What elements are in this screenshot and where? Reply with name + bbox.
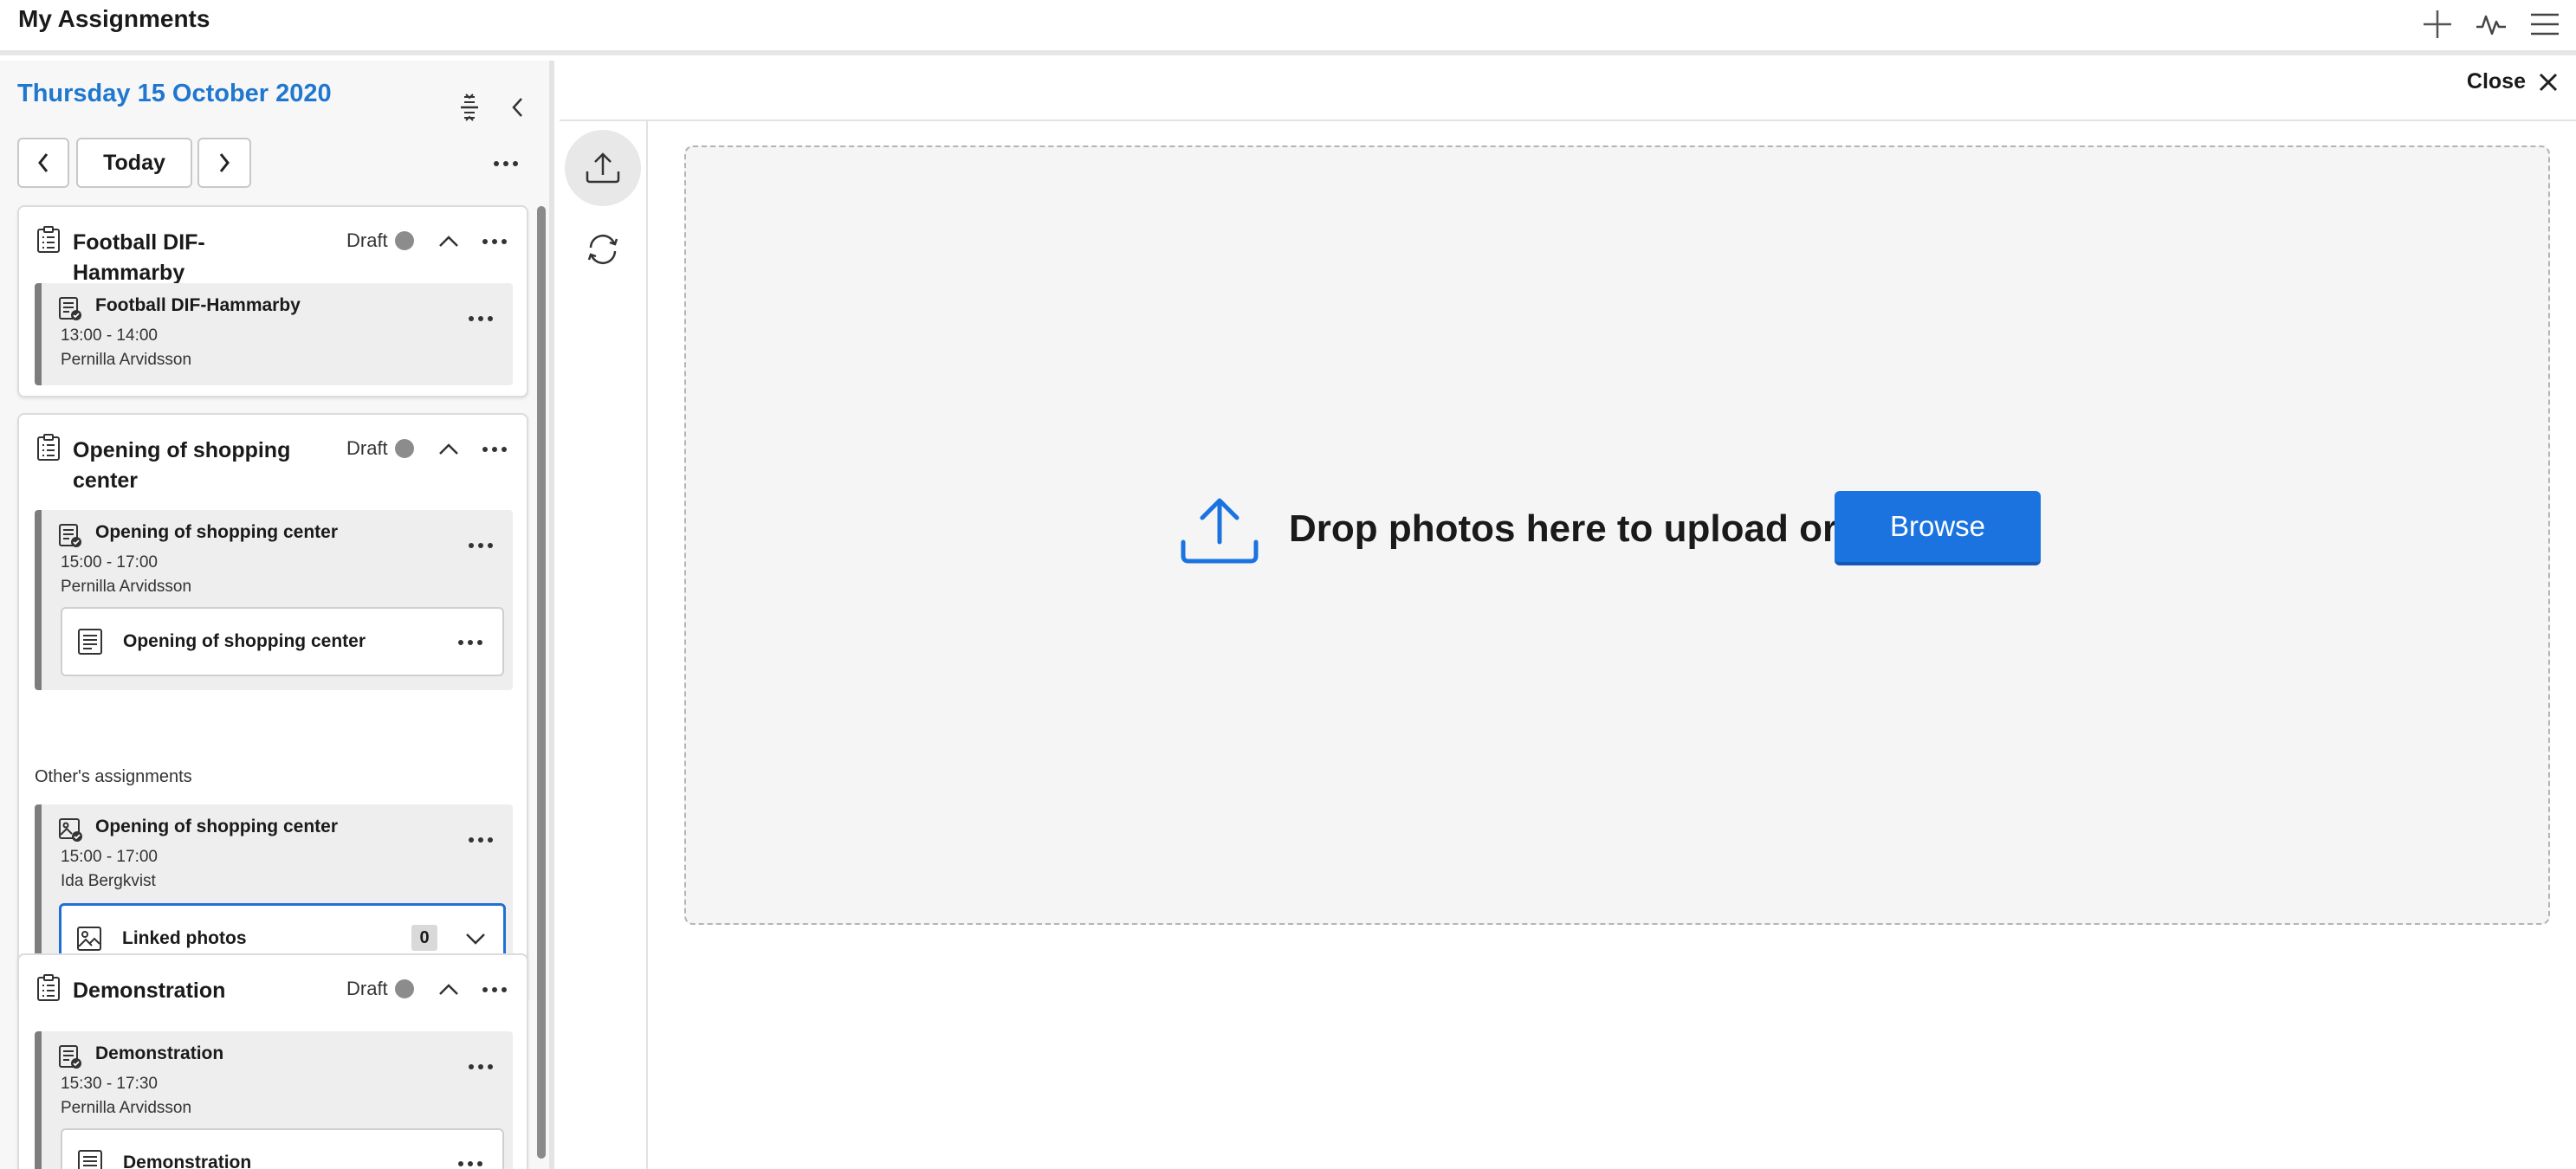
browse-button[interactable]: Browse — [1835, 491, 2041, 565]
status-label: Draft — [346, 978, 388, 999]
linked-item-options-button[interactable] — [450, 630, 490, 656]
coverage-title: Opening of shopping center — [95, 817, 338, 836]
status-badge: Draft — [346, 978, 414, 1000]
planning-icon — [37, 434, 60, 461]
status-dot — [394, 439, 414, 458]
upload-icon — [1181, 498, 1259, 564]
chevron-down-icon — [466, 933, 485, 945]
upload-toolbar — [560, 121, 648, 1169]
card-title: Football DIF-Hammarby — [73, 230, 205, 285]
status-dot — [394, 231, 414, 250]
day-options-button[interactable] — [487, 151, 525, 177]
top-toolbar — [2418, 5, 2564, 43]
card-header[interactable]: Football DIF-Hammarby Draft — [19, 207, 527, 285]
next-day-button[interactable] — [197, 138, 251, 188]
coverage-title: Demonstration — [95, 1043, 224, 1063]
expand-linked-photos-button[interactable] — [458, 921, 493, 956]
text-document-icon — [78, 1150, 102, 1169]
coverage-title: Football DIF-Hammarby — [95, 295, 301, 315]
card-header[interactable]: Opening of shopping center Draft — [19, 415, 527, 501]
chevron-right-icon — [219, 153, 230, 172]
close-icon — [2539, 73, 2558, 91]
others-assignments-label: Other's assignments — [35, 767, 192, 786]
today-button[interactable]: Today — [76, 138, 192, 188]
planning-icon — [37, 974, 60, 1001]
status-badge: Draft — [346, 437, 414, 460]
card-title: Demonstration — [73, 978, 226, 1003]
previous-day-button[interactable] — [17, 138, 69, 188]
coverage-options-button[interactable] — [461, 533, 501, 559]
upload-mode-button[interactable] — [565, 130, 641, 206]
linked-item[interactable]: Demonstration — [61, 1128, 504, 1169]
coverage-options-button[interactable] — [461, 1054, 501, 1080]
chevron-left-icon — [38, 153, 49, 172]
linked-item-title: Demonstration — [123, 1153, 252, 1169]
chevron-up-icon — [439, 443, 458, 455]
card-title: Opening of shopping center — [73, 438, 291, 493]
collapse-card-button[interactable] — [431, 972, 466, 1007]
linked-item-title: Opening of shopping center — [123, 631, 366, 651]
assignments-panel: Thursday 15 October 2020 Today Football … — [0, 61, 554, 1169]
coverage-time: 15:00 - 17:00 — [61, 848, 158, 866]
hamburger-menu-icon[interactable] — [2526, 5, 2564, 43]
assignment-card: Demonstration Draft Demonstration 15:30 … — [17, 953, 528, 1169]
text-document-icon — [78, 629, 102, 655]
collapse-panel-icon[interactable] — [501, 90, 535, 125]
assignment-icon — [59, 1045, 81, 1069]
status-badge: Draft — [346, 229, 414, 252]
chevron-up-icon — [439, 236, 458, 247]
divider — [560, 119, 2576, 121]
top-bar: My Assignments — [0, 0, 2576, 55]
upload-icon — [586, 152, 620, 184]
assignment-icon — [59, 297, 81, 320]
coverage-assignee: Pernilla Arvidsson — [61, 1099, 192, 1117]
dropzone-text: Drop photos here to upload or — [1289, 507, 1838, 550]
photo-dropzone[interactable]: Drop photos here to upload or Browse — [684, 145, 2550, 925]
panel-scrollbar[interactable] — [537, 206, 546, 1159]
card-options-button[interactable] — [475, 224, 515, 259]
close-label: Close — [2466, 69, 2526, 94]
assignment-card: Football DIF-Hammarby Draft Football DIF… — [17, 205, 528, 397]
coverage-assignee: Pernilla Arvidsson — [61, 578, 192, 596]
collapse-card-button[interactable] — [431, 432, 466, 467]
activity-icon[interactable] — [2472, 5, 2510, 43]
assignment-icon — [59, 524, 81, 547]
linked-item[interactable]: Opening of shopping center — [61, 607, 504, 676]
app-title: My Assignments — [18, 5, 210, 32]
coverage-time: 15:30 - 17:30 — [61, 1075, 158, 1093]
assignment-card: Opening of shopping center Draft Opening… — [17, 413, 528, 1002]
coverage-item[interactable]: Opening of shopping center 15:00 - 17:00… — [35, 510, 513, 690]
planning-icon — [37, 226, 60, 253]
status-label: Draft — [346, 437, 388, 459]
linked-photos-label: Linked photos — [122, 928, 247, 948]
coverage-title: Opening of shopping center — [95, 522, 338, 542]
collapse-all-icon[interactable] — [452, 90, 487, 125]
refresh-icon — [587, 234, 618, 265]
linked-item-options-button[interactable] — [450, 1151, 490, 1169]
coverage-time: 15:00 - 17:00 — [61, 553, 158, 572]
coverage-options-button[interactable] — [461, 306, 501, 332]
coverage-time: 13:00 - 14:00 — [61, 326, 158, 345]
card-options-button[interactable] — [475, 432, 515, 467]
linked-photos-count: 0 — [411, 925, 437, 951]
coverage-assignee: Pernilla Arvidsson — [61, 351, 192, 369]
chevron-up-icon — [439, 984, 458, 995]
coverage-options-button[interactable] — [461, 827, 501, 853]
coverage-item[interactable]: Football DIF-Hammarby 13:00 - 14:00 Pern… — [35, 283, 513, 385]
plus-icon[interactable] — [2418, 5, 2456, 43]
image-icon — [77, 927, 101, 951]
status-dot — [394, 979, 414, 998]
collapse-card-button[interactable] — [431, 224, 466, 259]
sync-button[interactable] — [565, 211, 641, 287]
date-heading: Thursday 15 October 2020 — [17, 80, 332, 107]
coverage-assignee: Ida Bergkvist — [61, 872, 156, 890]
card-header[interactable]: Demonstration Draft — [19, 955, 527, 1016]
photo-assignment-icon — [59, 818, 82, 842]
close-button[interactable]: Close — [2467, 69, 2559, 94]
status-label: Draft — [346, 229, 388, 251]
card-options-button[interactable] — [475, 972, 515, 1007]
coverage-item[interactable]: Demonstration 15:30 - 17:30 Pernilla Arv… — [35, 1031, 513, 1169]
